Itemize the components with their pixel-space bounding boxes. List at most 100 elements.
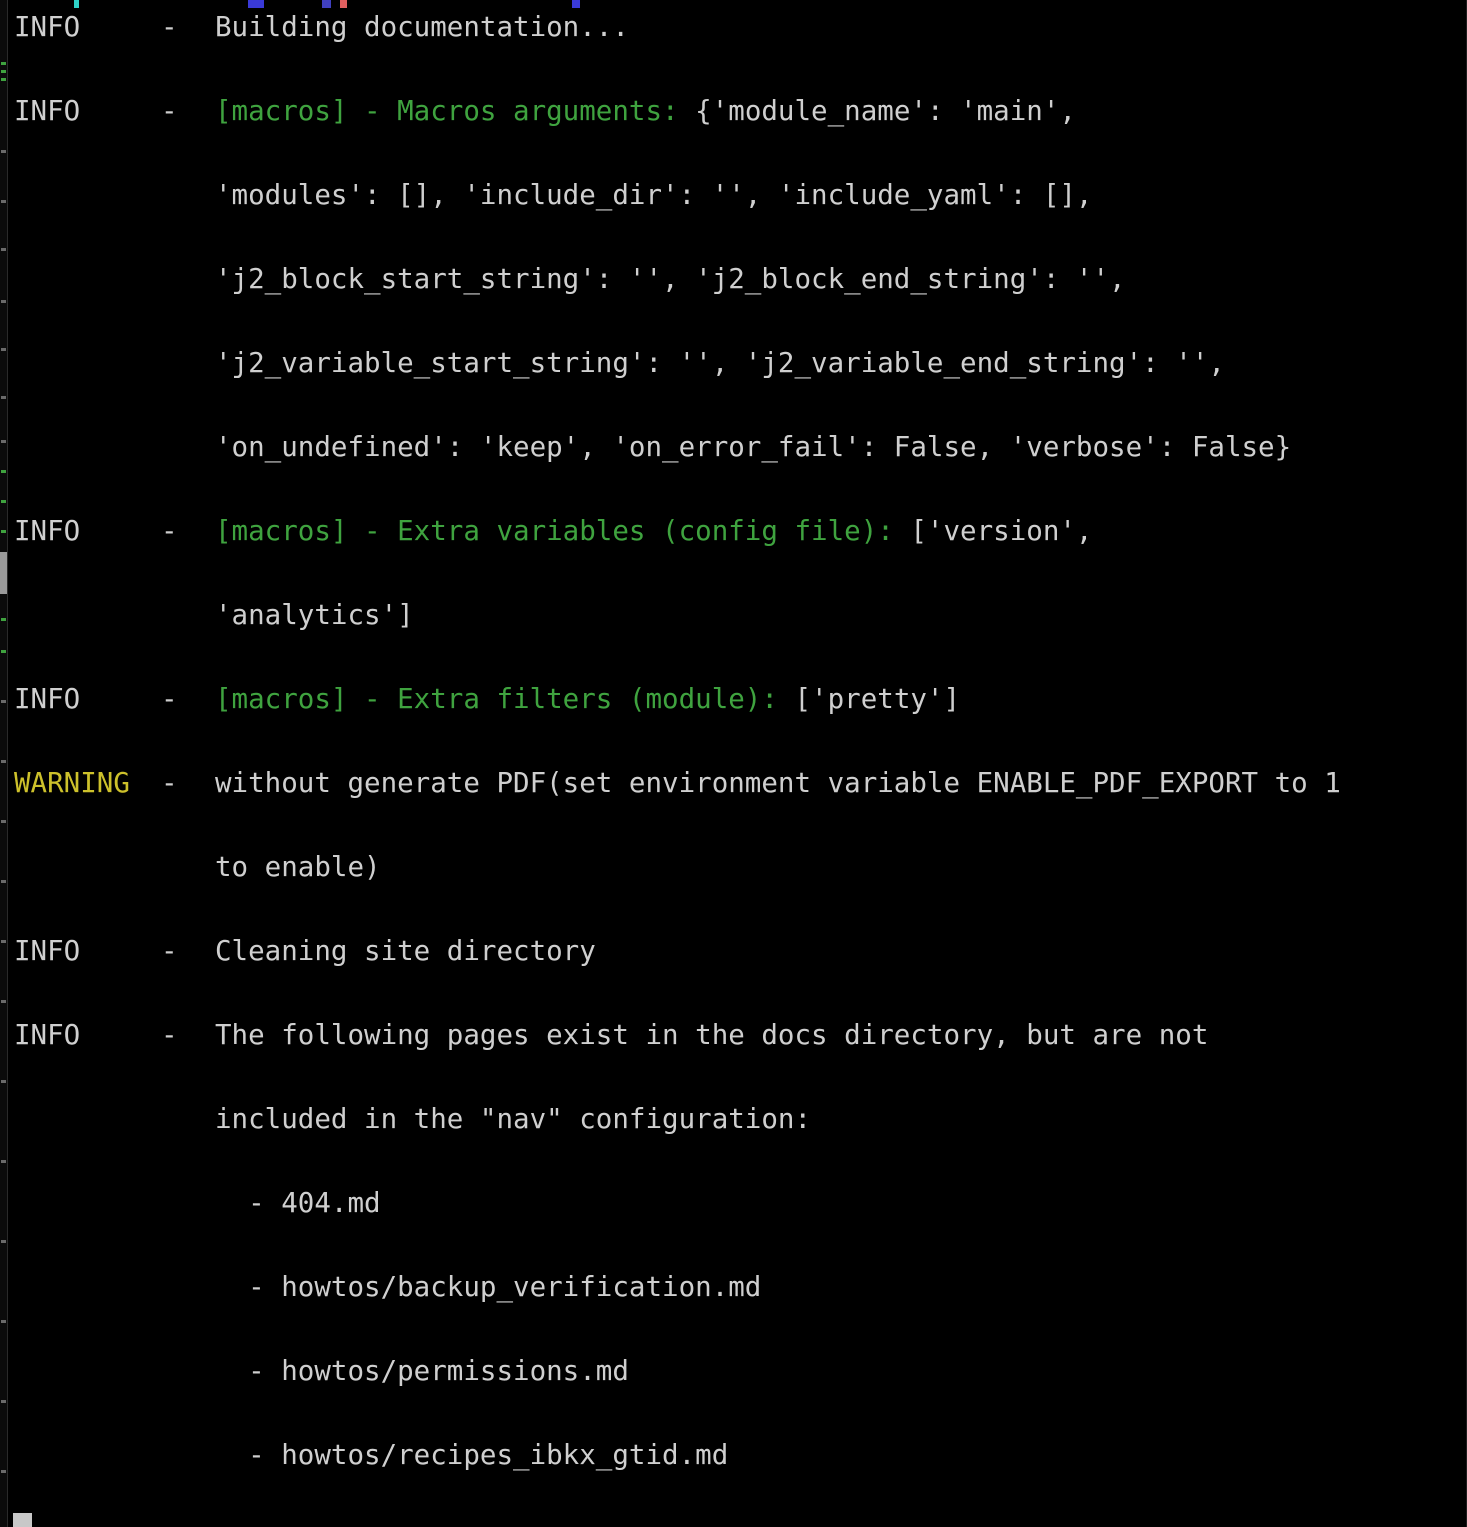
log-message: included in the "nav" configuration: [215,1103,811,1135]
minimap-mark [1,700,6,703]
log-level-badge: INFO [14,682,81,715]
log-line-continuation: to enable) [0,846,1467,888]
log-line: INFO - Cleaning site directory [0,930,1467,972]
minimap-mark [1,650,6,653]
log-line: INFO - [macros] - Extra filters (module): … [0,678,1467,720]
log-line-continuation: 'on_undefined': 'keep', 'on_error_fail':… [0,426,1467,468]
minimap-mark [1,300,6,303]
minimap-mark [1,500,6,503]
minimap-mark [1,440,6,443]
minimap-mark [1,1080,6,1083]
log-message: 'j2_block_start_string': '', 'j2_block_e… [215,263,1126,295]
minimap-mark [1,940,6,943]
log-separator-dash: - [161,766,178,799]
log-line-continuation: 'analytics'] [0,594,1467,636]
log-message: 'analytics'] [215,599,414,631]
log-line-continuation: - 404.md [0,1182,1467,1224]
log-level-badge: WARNING [14,766,130,799]
log-message-segment: Cleaning site directory [215,934,596,967]
log-message: - howtos/permissions.md [215,1355,629,1387]
minimap-mark [1,1240,6,1243]
log-message-segment: included in the "nav" configuration: [215,1102,812,1135]
log-line: INFO - [macros] - Macros arguments: {'modu… [0,90,1467,132]
log-message-segment: 'j2_block_start_string': '', 'j2_block_e… [215,262,1126,295]
scrollbar-thumb[interactable] [0,552,7,594]
log-line: INFO - Building documentation... [0,6,1467,48]
log-message: 'j2_variable_start_string': '', 'j2_vari… [215,347,1225,379]
log-separator-dash: - [161,934,178,967]
log-line: WARNING - without generate PDF(set environ… [0,762,1467,804]
log-message-segment: - howtos/backup_verification.md [215,1270,762,1303]
log-line: INFO - The following pages exist in the do… [0,1014,1467,1056]
log-message-segment: - howtos/permissions.md [215,1354,629,1387]
log-line: INFO - [macros] - Extra variables (config … [0,510,1467,552]
log-line-continuation: - howtos/recipes_xbk_compressed.md [0,1518,1467,1527]
log-message-segment: to enable) [215,850,381,883]
log-message: - howtos/recipes_ibkx_gtid.md [215,1439,728,1471]
minimap-gutter[interactable] [0,0,8,1527]
log-message: Cleaning site directory [215,935,596,967]
log-separator-dash: - [161,682,178,715]
minimap-mark [1,78,6,81]
minimap-mark [1,1000,6,1003]
log-message: [macros] - Extra variables (config file)… [215,515,1093,547]
log-message-segment: 'on_undefined': 'keep', 'on_error_fail':… [215,430,1292,463]
minimap-mark [1,618,6,621]
minimap-mark [1,530,6,533]
log-message: - howtos/backup_verification.md [215,1271,761,1303]
minimap-mark [1,820,6,823]
log-message-segment: [macros] - Extra filters (module): [215,682,778,715]
terminal-cursor [13,1513,32,1527]
log-message-segment: [macros] - Macros arguments: [215,94,679,127]
log-message: 'on_undefined': 'keep', 'on_error_fail':… [215,431,1291,463]
log-message-segment: ['version', [893,514,1093,547]
log-message-segment: [macros] - Extra variables (config file)… [215,514,894,547]
log-message: without generate PDF(set environment var… [215,767,1341,799]
log-line-continuation: 'j2_variable_start_string': '', 'j2_vari… [0,342,1467,384]
terminal-log-output: INFO - Building documentation... INFO - [mac… [0,6,1467,1527]
minimap-mark [1,1400,6,1403]
log-separator-dash: - [161,94,178,127]
log-level-badge: INFO [14,94,81,127]
minimap-mark [1,880,6,883]
minimap-mark [1,348,6,351]
log-separator-dash: - [161,514,178,547]
minimap-mark [1,70,6,73]
minimap-mark [1,200,6,203]
log-line-continuation: included in the "nav" configuration: [0,1098,1467,1140]
minimap-mark [1,62,6,65]
terminal-window[interactable]: INFO - Building documentation... INFO - [mac… [0,0,1467,1527]
log-message-segment: 'j2_variable_start_string': '', 'j2_vari… [215,346,1225,379]
minimap-mark [1,1160,6,1163]
log-separator-dash: - [161,1018,178,1051]
minimap-mark [1,1470,6,1473]
log-level-badge: INFO [14,514,81,547]
minimap-mark [1,396,6,399]
log-level-badge: INFO [14,934,81,967]
log-message-segment: without generate PDF(set environment var… [215,766,1341,799]
log-message-segment: - 404.md [215,1186,381,1219]
log-message-segment: ['pretty'] [777,682,961,715]
minimap-mark [1,150,6,153]
minimap-mark [1,760,6,763]
log-line-continuation: 'modules': [], 'include_dir': '', 'inclu… [0,174,1467,216]
log-message-segment: Building documentation... [215,10,629,43]
minimap-mark [1,470,6,473]
minimap-mark [1,1320,6,1323]
log-separator-dash: - [161,10,178,43]
log-line-continuation: - howtos/recipes_ibkx_gtid.md [0,1434,1467,1476]
log-message-segment: 'modules': [], 'include_dir': '', 'inclu… [215,178,1093,211]
log-line-continuation: 'j2_block_start_string': '', 'j2_block_e… [0,258,1467,300]
log-level-badge: INFO [14,1018,81,1051]
log-message: 'modules': [], 'include_dir': '', 'inclu… [215,179,1093,211]
log-line-continuation: - howtos/permissions.md [0,1350,1467,1392]
log-line-continuation: - howtos/backup_verification.md [0,1266,1467,1308]
log-message: [macros] - Extra filters (module): ['pre… [215,683,960,715]
log-message: - 404.md [215,1186,381,1219]
minimap-mark [1,248,6,251]
log-message-segment: - howtos/recipes_ibkx_gtid.md [215,1438,729,1471]
log-message-segment: {'module_name': 'main', [678,94,1076,127]
log-message: [macros] - Macros arguments: {'module_na… [215,95,1076,127]
log-message-segment: 'analytics'] [215,598,414,631]
log-level-badge: INFO [14,10,81,43]
